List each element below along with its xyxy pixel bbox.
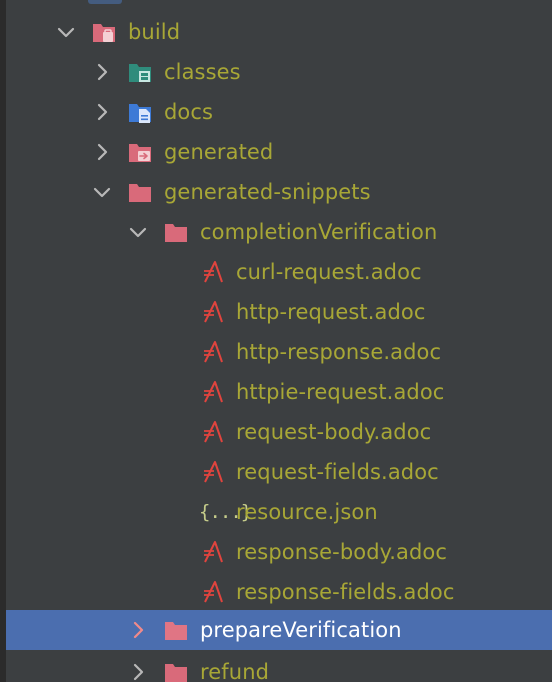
tree-item-file[interactable]: http-response.adoc xyxy=(6,334,552,370)
asciidoc-icon xyxy=(204,261,223,283)
tree-item-label: curl-request.adoc xyxy=(236,260,422,284)
tree-item-generated[interactable]: generated xyxy=(6,134,552,170)
tree-item-label: refund xyxy=(200,660,270,682)
tree-item-label: docs xyxy=(164,100,214,124)
folder-icon xyxy=(165,224,187,242)
classes-folder-icon xyxy=(129,64,151,82)
tree-item-label: request-body.adoc xyxy=(236,420,432,444)
tree-item-label: http-response.adoc xyxy=(236,340,442,364)
tree-item-generated-snippets[interactable]: generated-snippets xyxy=(6,174,552,210)
tree-item-label: generated xyxy=(164,140,274,164)
chevron-right-icon[interactable] xyxy=(90,140,114,164)
asciidoc-icon xyxy=(204,381,223,403)
chevron-down-icon[interactable] xyxy=(90,180,114,204)
asciidoc-icon xyxy=(204,581,223,603)
tree-item-file[interactable]: {...} resource.json xyxy=(6,494,552,530)
tree-item-label: prepareVerification xyxy=(200,618,402,642)
chevron-right-icon[interactable] xyxy=(90,60,114,84)
tree-item-file[interactable]: http-request.adoc xyxy=(6,294,552,330)
asciidoc-icon xyxy=(204,341,223,363)
chevron-down-icon[interactable] xyxy=(126,220,150,244)
chevron-right-icon[interactable] xyxy=(90,100,114,124)
tree-item-file[interactable]: response-body.adoc xyxy=(6,534,552,570)
tree-item-label: request-fields.adoc xyxy=(236,460,439,484)
chevron-right-icon[interactable] xyxy=(126,618,150,642)
chevron-right-icon[interactable] xyxy=(126,660,150,682)
tree-item-label: response-fields.adoc xyxy=(236,580,455,604)
chevron-down-icon[interactable] xyxy=(54,20,78,44)
tree-item-refund[interactable]: refund xyxy=(6,654,552,682)
tree-item-docs[interactable]: docs xyxy=(6,94,552,130)
tree-item-completion-verification[interactable]: completionVerification xyxy=(6,214,552,250)
tree-item-build[interactable]: build xyxy=(6,14,552,50)
tree-item-classes[interactable]: classes xyxy=(6,54,552,90)
tree-item-label: build xyxy=(128,20,181,44)
partial-item-icon xyxy=(88,0,122,4)
asciidoc-icon xyxy=(204,541,223,563)
build-folder-icon xyxy=(93,24,115,42)
asciidoc-icon xyxy=(204,461,223,483)
tree-item-file[interactable]: request-body.adoc xyxy=(6,414,552,450)
tree-item-file[interactable]: httpie-request.adoc xyxy=(6,374,552,410)
tree-item-file[interactable]: curl-request.adoc xyxy=(6,254,552,290)
tree-item-label: httpie-request.adoc xyxy=(236,380,445,404)
docs-folder-icon xyxy=(129,104,151,123)
tree-item-label: completionVerification xyxy=(200,220,438,244)
folder-icon xyxy=(165,622,187,640)
tree-item-label: resource.json xyxy=(236,500,378,524)
tree-item-prepare-verification[interactable]: prepareVerification xyxy=(6,610,552,650)
tree-item-label: response-body.adoc xyxy=(236,540,447,564)
tree-item-file[interactable]: response-fields.adoc xyxy=(6,574,552,610)
folder-icon xyxy=(129,184,151,202)
asciidoc-icon xyxy=(204,301,223,323)
project-tree: build classes docs generated generated-s… xyxy=(0,0,552,682)
tree-item-label: generated-snippets xyxy=(164,180,371,204)
folder-icon xyxy=(165,664,187,682)
tree-item-label: http-request.adoc xyxy=(236,300,426,324)
asciidoc-icon xyxy=(204,421,223,443)
tree-item-label: classes xyxy=(164,60,241,84)
generated-folder-icon xyxy=(129,144,151,162)
tree-item-file[interactable]: request-fields.adoc xyxy=(6,454,552,490)
